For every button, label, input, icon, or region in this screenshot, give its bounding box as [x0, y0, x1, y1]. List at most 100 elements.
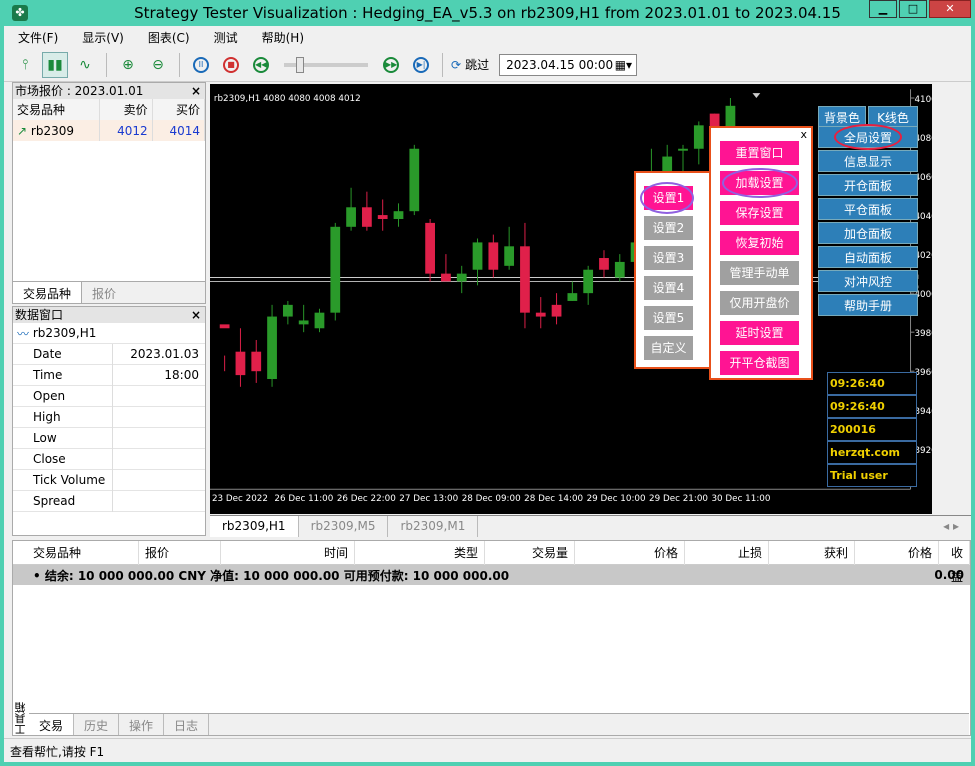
table-row[interactable]: ↗ rb2309 4012 4014 — [13, 120, 206, 141]
balance-text: • 结余: 10 000 000.00 CNY 净值: 10 000 000.0… — [33, 568, 510, 583]
preset-button[interactable]: 设置5 — [644, 306, 693, 330]
scroll-arrows-icon[interactable]: ◂ ▸ — [931, 516, 971, 537]
chart-tab-m1[interactable]: rb2309,M1 — [388, 516, 479, 537]
side-menu-button[interactable]: 帮助手册 — [818, 294, 918, 316]
menu-view[interactable]: 显示(V) — [82, 29, 124, 46]
candle-body — [409, 148, 420, 212]
terminal-col[interactable]: 价格 — [855, 540, 939, 565]
skip-date-field[interactable]: 2023.04.15 00:00 ▦▾ — [499, 53, 638, 76]
zoom-in-icon[interactable]: ⊕ — [115, 52, 141, 78]
ask-value: 4014 — [152, 120, 206, 141]
terminal-col[interactable]: 交易量 — [485, 540, 575, 565]
close-icon[interactable]: × — [191, 307, 201, 323]
y-tick-label: 3946 — [914, 407, 932, 417]
preset-button[interactable]: 设置3 — [644, 246, 693, 270]
chart-tab-h1[interactable]: rb2309,H1 — [210, 516, 299, 537]
info-field: herzqt.com — [827, 441, 917, 464]
candle-chart-icon[interactable]: ▮▮ — [42, 51, 68, 78]
menu-chart[interactable]: 图表(C) — [148, 29, 190, 46]
menu-file[interactable]: 文件(F) — [18, 29, 58, 46]
settings-action-button[interactable]: 延时设置 — [720, 321, 799, 345]
slider-thumb[interactable] — [296, 56, 304, 73]
terminal-col[interactable]: 止损 — [685, 540, 769, 565]
chart-line-icon: 〰 — [17, 326, 30, 341]
data-key: Tick Volume — [13, 469, 113, 491]
maximize-button[interactable]: □ — [899, 0, 927, 18]
side-menu-button[interactable]: 平仓面板 — [818, 198, 918, 220]
settings-action-button[interactable]: 仅用开盘价 — [720, 291, 799, 315]
data-key: Spread — [13, 490, 113, 512]
stop-icon[interactable]: ■ — [218, 52, 244, 78]
step-end-icon[interactable]: ▶| — [408, 52, 434, 78]
candle-body — [535, 312, 546, 317]
candle-body — [267, 316, 277, 380]
candle-body — [314, 312, 325, 329]
preset-button[interactable]: 设置2 — [644, 216, 693, 240]
x-tick-label: 27 Dec 13:00 — [399, 494, 458, 504]
skip-label[interactable]: 跳过 — [465, 56, 489, 73]
side-menu-button[interactable]: 信息显示 — [818, 150, 918, 172]
candle-body — [678, 148, 688, 151]
chart-header: rb2309,H1 4080 4080 4008 4012 — [214, 94, 361, 104]
data-window-panel: 数据窗口 × 〰 rb2309,H1 Date 2023.01.03 Time 18:0… — [12, 306, 206, 536]
preset-button[interactable]: 自定义 — [644, 336, 693, 360]
data-row: Close — [13, 448, 205, 470]
symbol-name: rb2309 — [30, 123, 74, 138]
shift-marker-icon — [752, 93, 761, 99]
tab-symbols[interactable]: 交易品种 — [13, 282, 83, 303]
preset-button[interactable]: 设置4 — [644, 276, 693, 300]
rewind-icon[interactable]: ◀◀ — [248, 52, 274, 78]
side-menu-button[interactable]: 自动面板 — [818, 246, 918, 268]
candle-body — [251, 351, 262, 372]
candle-body — [219, 324, 230, 329]
terminal-col[interactable]: 报价 — [139, 540, 221, 565]
market-watch-panel: 市场报价 : 2023.01.01 × 交易品种 卖价 买价 ↗ rb2309 4012… — [12, 82, 206, 304]
settings-action-button[interactable]: 重置窗口 — [720, 141, 799, 165]
settings-action-button[interactable]: 管理手动单 — [720, 261, 799, 285]
toolbox-label[interactable]: 工具箱 — [13, 541, 27, 735]
forward-icon[interactable]: ▶▶ — [378, 52, 404, 78]
minimize-button[interactable]: ▁ — [869, 0, 897, 18]
terminal-col[interactable]: 时间 — [221, 540, 355, 565]
data-key: Open — [13, 385, 113, 407]
menu-test[interactable]: 测试 — [214, 29, 238, 46]
calendar-dropdown-icon[interactable]: ▦▾ — [615, 58, 632, 72]
terminal-col[interactable]: 收益 — [939, 540, 970, 584]
tab-history[interactable]: 历史 — [74, 714, 120, 735]
info-field: 09:26:40 — [827, 372, 917, 395]
line-chart-icon[interactable]: ∿ — [72, 52, 98, 78]
tab-trade[interactable]: 交易 — [29, 714, 75, 735]
x-tick-label: 29 Dec 10:00 — [587, 494, 646, 504]
close-icon[interactable]: × — [191, 83, 201, 99]
side-menu-button[interactable]: 开仓面板 — [818, 174, 918, 196]
menu-help[interactable]: 帮助(H) — [262, 29, 304, 46]
skip-icon[interactable]: ⟳ — [451, 58, 461, 72]
zoom-out-icon[interactable]: ⊖ — [145, 52, 171, 78]
col-ask[interactable]: 买价 — [152, 99, 206, 120]
close-icon[interactable]: x — [800, 128, 807, 141]
chart-tab-m5[interactable]: rb2309,M5 — [299, 516, 389, 537]
data-window-title: 数据窗口 — [15, 308, 64, 322]
terminal-col[interactable]: 价格 — [575, 540, 685, 565]
side-menu-button[interactable]: 加仓面板 — [818, 222, 918, 244]
menu-bar: 文件(F) 显示(V) 图表(C) 测试 帮助(H) — [4, 26, 971, 48]
settings-action-button[interactable]: 保存设置 — [720, 201, 799, 225]
data-row: Open — [13, 385, 205, 407]
settings-action-button[interactable]: 恢复初始 — [720, 231, 799, 255]
speed-slider[interactable] — [284, 56, 368, 73]
terminal-col[interactable]: 交易品种 — [27, 540, 139, 565]
tab-quotes[interactable]: 报价 — [82, 282, 126, 303]
terminal-col[interactable]: 类型 — [355, 540, 485, 565]
side-menu-button[interactable]: 对冲风控 — [818, 270, 918, 292]
terminal-col[interactable]: 获利 — [769, 540, 855, 565]
data-key: Time — [13, 364, 113, 386]
data-key: High — [13, 406, 113, 428]
col-bid[interactable]: 卖价 — [99, 99, 153, 120]
close-button[interactable]: ✕ — [929, 0, 971, 18]
col-symbol[interactable]: 交易品种 — [13, 99, 101, 120]
tab-operations[interactable]: 操作 — [119, 714, 165, 735]
bar-chart-icon[interactable]: ⫯ — [12, 52, 38, 78]
tab-journal[interactable]: 日志 — [164, 714, 210, 735]
settings-action-button[interactable]: 开平仓截图 — [720, 351, 799, 375]
pause-icon[interactable]: II — [188, 52, 214, 78]
